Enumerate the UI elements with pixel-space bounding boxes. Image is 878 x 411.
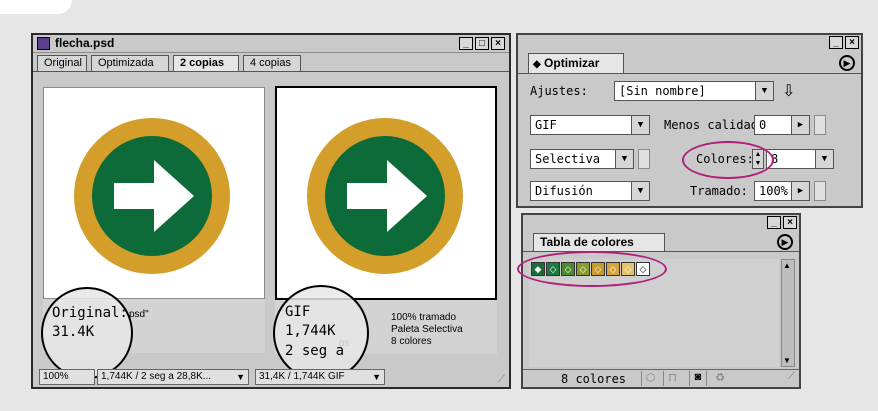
tab-optimizada[interactable]: Optimizada	[91, 55, 169, 71]
original-label: Original:	[52, 305, 128, 321]
original-pane[interactable]	[43, 87, 265, 299]
palette-select[interactable]: Selectiva ▼	[530, 149, 634, 169]
right-status-text: 31,4K / 1,744K GIF	[259, 371, 345, 382]
lossy-input[interactable]: 0 ▶	[754, 115, 810, 135]
tab-baseline	[518, 73, 861, 74]
optimized-info-line-2: Paleta Selectiva	[391, 324, 463, 335]
right-status-info[interactable]: 31,4K / 1,744K GIF ▼	[255, 369, 385, 385]
gif-time: 2 seg a	[285, 343, 345, 359]
document-title: flecha.psd	[55, 36, 115, 50]
gif-format-label: GIF	[285, 304, 311, 320]
optimize-to-size-icon[interactable]: ⇩	[782, 81, 795, 101]
document-window: flecha.psd _ □ × Original Optimizada 2 c…	[31, 33, 511, 389]
settings-value: [Sin nombre]	[619, 84, 706, 98]
tab-original[interactable]: Original	[37, 55, 87, 71]
gif-size: 1,744K	[285, 323, 336, 339]
swatches-highlight-ellipse	[517, 251, 667, 287]
colors-highlight-ellipse	[682, 141, 774, 179]
panel-minimize-button[interactable]: _	[829, 36, 843, 49]
panel-menu-button[interactable]: ▶	[777, 234, 793, 250]
color-table-title: Tabla de colores	[540, 235, 634, 249]
chevron-down-icon: ▼	[615, 150, 633, 168]
trash-icon[interactable]: ♻	[711, 371, 729, 386]
settings-select[interactable]: [Sin nombre] ▼	[614, 81, 774, 101]
dither-amount-value: 100%	[759, 184, 788, 198]
web-snap-icon[interactable]: ⬡	[641, 371, 659, 386]
panel-menu-button[interactable]: ▶	[839, 55, 855, 71]
sort-arrows-icon: ◆	[533, 59, 541, 70]
resize-grip-icon[interactable]: ⟋	[498, 374, 505, 385]
gif-size-callout: GIF 1,744K 2 seg a	[273, 285, 369, 381]
scroll-up-icon[interactable]: ▲	[783, 261, 791, 270]
panel-minimize-button[interactable]: _	[767, 216, 781, 229]
dither-value: Difusión	[535, 184, 593, 198]
chevron-right-icon: ▶	[791, 182, 809, 200]
format-value: GIF	[535, 118, 557, 132]
lossy-value: 0	[759, 118, 767, 132]
scroll-down-icon[interactable]: ▼	[783, 356, 791, 365]
dither-select[interactable]: Difusión ▼	[530, 181, 650, 201]
minimize-button[interactable]: _	[459, 37, 473, 50]
channel-mask-icon[interactable]	[638, 149, 650, 169]
channel-mask-icon[interactable]	[814, 115, 826, 135]
photoshop-file-icon	[37, 37, 50, 50]
optimize-title: Optimizar	[544, 56, 600, 70]
chevron-down-icon: ▼	[631, 182, 649, 200]
optimized-info-line-3: 8 colores	[391, 336, 432, 347]
dither-amount-input[interactable]: 100% ▶	[754, 181, 810, 201]
left-status-text: 1,744K / 2 seg a 28,8K...	[101, 371, 212, 382]
tab-4-copias[interactable]: 4 copias	[243, 55, 301, 71]
resize-grip-icon[interactable]: ⟋	[788, 371, 795, 382]
chevron-down-icon: ▼	[631, 116, 649, 134]
arrow-image	[307, 118, 463, 274]
color-table-footer: 8 colores ⬡ ⊓ ◙ ♻ ⟋	[523, 369, 799, 387]
zoom-field[interactable]: 100%	[39, 369, 95, 385]
zoom-value: 100%	[43, 371, 69, 382]
chevron-down-icon: ▼	[815, 150, 833, 168]
optimized-pane[interactable]	[275, 86, 497, 300]
dither-label: Tramado:	[690, 184, 748, 198]
optimize-tab[interactable]: ◆ Optimizar	[528, 53, 624, 73]
original-size-callout: Original: 31.4K	[41, 287, 133, 379]
vertical-scrollbar[interactable]: ▲ ▼	[781, 259, 795, 367]
arrow-image	[74, 118, 230, 274]
optimized-info-line-1: 100% tramado	[391, 312, 457, 323]
chevron-down-icon: ▼	[236, 372, 245, 382]
color-table-panel: _ × Tabla de colores ▶ ◆ ◇ ◇ ◇ ◇ ◇ ◇ ◇ ▲…	[517, 213, 801, 389]
optimize-panel: _ × ◆ Optimizar ▶ Ajustes: [Sin nombre] …	[516, 33, 863, 208]
original-info-fragment: psd"	[129, 309, 149, 320]
channel-mask-icon[interactable]	[814, 181, 826, 201]
chevron-right-icon: ▶	[791, 116, 809, 134]
color-table-tab[interactable]: Tabla de colores	[533, 233, 665, 251]
document-titlebar[interactable]: flecha.psd _ □ ×	[33, 35, 509, 53]
settings-label: Ajustes:	[530, 84, 588, 98]
tabs-baseline	[33, 71, 509, 72]
panel-close-button[interactable]: ×	[845, 36, 859, 49]
maximize-button[interactable]: □	[475, 37, 489, 50]
tab-2-copias[interactable]: 2 copias	[173, 55, 239, 71]
colors-select[interactable]: 8 ▼	[766, 149, 834, 169]
lock-icon[interactable]: ⊓	[663, 371, 681, 386]
original-size: 31.4K	[52, 324, 95, 340]
decorative-tab	[0, 0, 72, 14]
chevron-down-icon: ▼	[755, 82, 773, 100]
close-button[interactable]: ×	[491, 37, 505, 50]
format-select[interactable]: GIF ▼	[530, 115, 650, 135]
color-count-label: 8 colores	[561, 372, 627, 386]
lossy-label: Menos calidad:	[664, 118, 766, 132]
new-color-icon[interactable]: ◙	[689, 371, 707, 386]
panel-close-button[interactable]: ×	[783, 216, 797, 229]
palette-value: Selectiva	[535, 152, 601, 166]
chevron-down-icon: ▼	[372, 372, 381, 382]
left-status-info[interactable]: 1,744K / 2 seg a 28,8K... ▼	[97, 369, 249, 385]
